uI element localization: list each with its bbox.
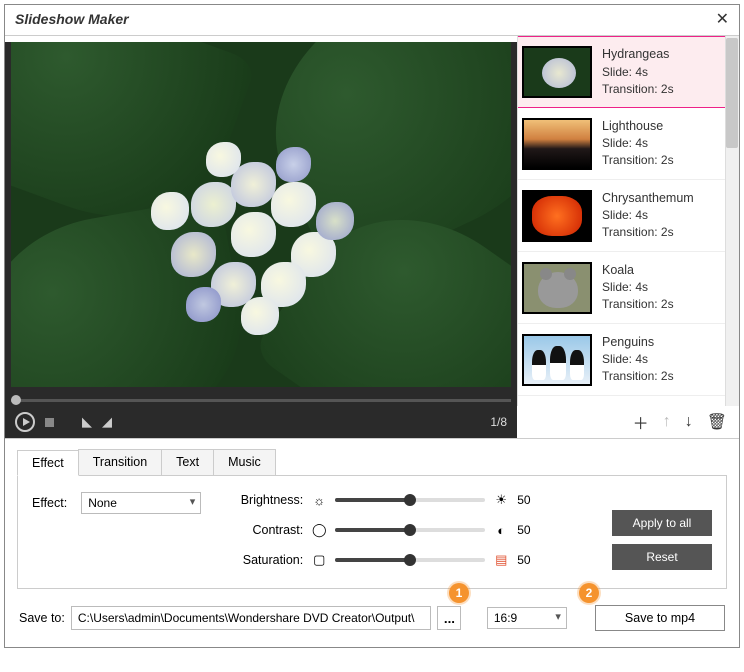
tab-transition[interactable]: Transition bbox=[78, 449, 162, 475]
tab-music[interactable]: Music bbox=[213, 449, 276, 475]
saturation-low-icon: ▢ bbox=[311, 552, 327, 568]
play-button[interactable] bbox=[15, 412, 35, 432]
tab-bar: Effect Transition Text Music bbox=[17, 449, 727, 476]
thumbnail-name: Chrysanthemum bbox=[602, 190, 694, 208]
slide-counter: 1/8 bbox=[490, 415, 507, 429]
save-to-mp4-button[interactable]: Save to mp4 bbox=[595, 605, 725, 631]
thumbnail-name: Hydrangeas bbox=[602, 46, 674, 64]
apply-to-all-button[interactable]: Apply to all bbox=[612, 510, 712, 536]
brightness-high-icon: ☀ bbox=[493, 492, 509, 508]
effect-dropdown[interactable]: None bbox=[81, 492, 201, 514]
move-down-icon[interactable]: ↓ bbox=[685, 413, 693, 431]
list-item[interactable]: LighthouseSlide: 4sTransition: 2s bbox=[518, 108, 739, 180]
seek-handle[interactable] bbox=[11, 395, 21, 405]
saturation-slider[interactable] bbox=[335, 558, 485, 562]
thumbnail-name: Lighthouse bbox=[602, 118, 674, 136]
thumbnail-slide-duration: Slide: 4s bbox=[602, 207, 694, 224]
contrast-value: 50 bbox=[517, 523, 539, 537]
add-icon[interactable]: ＋ bbox=[633, 410, 649, 434]
brightness-slider[interactable] bbox=[335, 498, 485, 502]
contrast-high-icon: ◐ bbox=[493, 523, 509, 538]
thumbnail-name: Koala bbox=[602, 262, 674, 280]
browse-button[interactable]: ... bbox=[437, 606, 461, 630]
window-title: Slideshow Maker bbox=[15, 11, 129, 27]
contrast-slider[interactable] bbox=[335, 528, 485, 532]
aspect-ratio-dropdown[interactable]: 16:9 bbox=[487, 607, 567, 629]
seek-bar[interactable] bbox=[11, 399, 511, 402]
tab-effect[interactable]: Effect bbox=[17, 450, 79, 476]
stop-button[interactable] bbox=[45, 418, 54, 427]
thumbnail-transition-duration: Transition: 2s bbox=[602, 81, 674, 98]
list-item[interactable]: KoalaSlide: 4sTransition: 2s bbox=[518, 252, 739, 324]
list-item[interactable]: PenguinsSlide: 4sTransition: 2s bbox=[518, 324, 739, 396]
brightness-label: Brightness: bbox=[231, 493, 303, 507]
thumbnail-transition-duration: Transition: 2s bbox=[602, 152, 674, 169]
saturation-high-icon: ▤ bbox=[493, 552, 509, 568]
thumbnail-slide-duration: Slide: 4s bbox=[602, 279, 674, 296]
preview-image bbox=[11, 42, 511, 387]
saturation-value: 50 bbox=[517, 553, 539, 567]
thumbnail-transition-duration: Transition: 2s bbox=[602, 224, 694, 241]
thumbnail-actions: ＋ ↑ ↓ 🗑 bbox=[517, 406, 739, 438]
list-item[interactable]: ChrysanthemumSlide: 4sTransition: 2s bbox=[518, 180, 739, 252]
tab-text[interactable]: Text bbox=[161, 449, 214, 475]
reset-button[interactable]: Reset bbox=[612, 544, 712, 570]
list-item[interactable]: HydrangeasSlide: 4sTransition: 2s bbox=[518, 36, 739, 108]
rotate-right-icon[interactable]: ◢ bbox=[102, 414, 112, 430]
annotation-2: 2 bbox=[579, 583, 599, 603]
thumbnail-transition-duration: Transition: 2s bbox=[602, 296, 674, 313]
preview-area: ◣ ◢ 1/8 bbox=[5, 42, 517, 438]
brightness-low-icon: ☼ bbox=[311, 493, 327, 508]
saturation-label: Saturation: bbox=[231, 553, 303, 567]
thumbnail-image bbox=[522, 46, 592, 98]
thumbnail-slide-duration: Slide: 4s bbox=[602, 64, 674, 81]
close-icon[interactable]: ✕ bbox=[716, 9, 729, 29]
annotation-1: 1 bbox=[449, 583, 469, 603]
thumbnail-slide-duration: Slide: 4s bbox=[602, 135, 674, 152]
thumbnail-image bbox=[522, 190, 592, 242]
thumbnail-image bbox=[522, 118, 592, 170]
thumbnail-image bbox=[522, 262, 592, 314]
thumbnail-transition-duration: Transition: 2s bbox=[602, 368, 674, 385]
titlebar: Slideshow Maker ✕ bbox=[5, 5, 739, 36]
scrollbar[interactable] bbox=[725, 36, 739, 406]
contrast-low-icon: ◯ bbox=[311, 522, 327, 538]
save-to-label: Save to: bbox=[19, 611, 65, 625]
thumbnail-image bbox=[522, 334, 592, 386]
thumbnail-slide-duration: Slide: 4s bbox=[602, 351, 674, 368]
effect-label: Effect: bbox=[32, 496, 67, 510]
rotate-left-icon[interactable]: ◣ bbox=[82, 414, 92, 430]
contrast-label: Contrast: bbox=[231, 523, 303, 537]
move-up-icon[interactable]: ↑ bbox=[663, 413, 671, 431]
thumbnail-list: HydrangeasSlide: 4sTransition: 2sLightho… bbox=[517, 36, 739, 406]
delete-icon[interactable]: 🗑 bbox=[707, 412, 727, 432]
thumbnail-name: Penguins bbox=[602, 334, 674, 352]
brightness-value: 50 bbox=[517, 493, 539, 507]
save-path-input[interactable] bbox=[71, 606, 431, 630]
